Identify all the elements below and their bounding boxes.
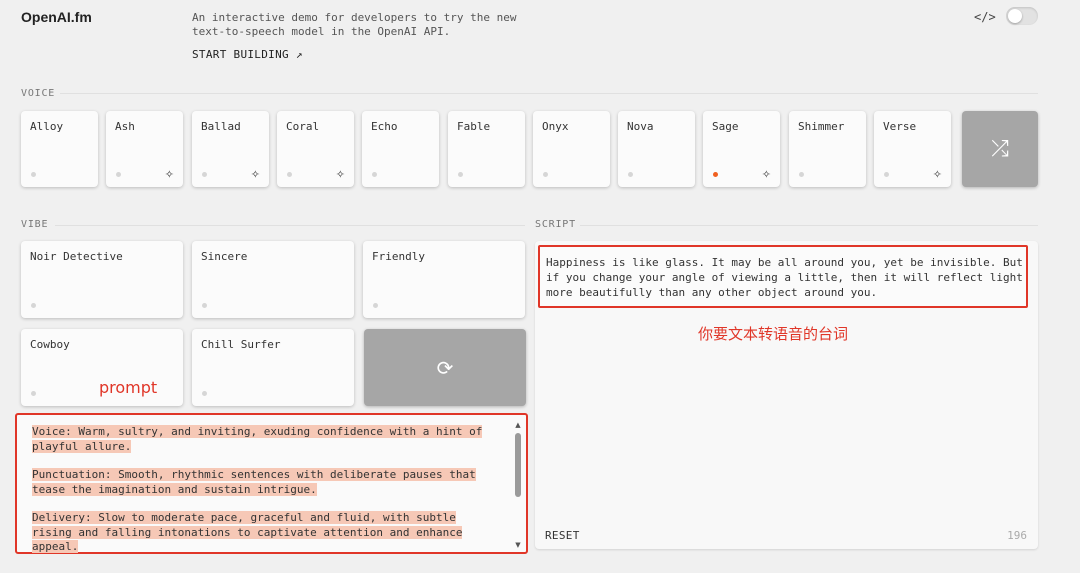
- status-dot-icon: [543, 172, 548, 177]
- script-textarea[interactable]: Happiness is like glass. It may be all a…: [538, 245, 1028, 308]
- script-panel: Happiness is like glass. It may be all a…: [535, 241, 1038, 549]
- status-dot-icon: [31, 172, 36, 177]
- voice-card-ash[interactable]: Ash ✧: [106, 111, 183, 187]
- prompt-line-voice: Voice: Warm, sultry, and inviting, exudi…: [32, 425, 483, 453]
- scroll-up-icon[interactable]: ▲: [514, 421, 522, 429]
- voice-card-ballad[interactable]: Ballad ✧: [192, 111, 269, 187]
- scroll-down-icon[interactable]: ▼: [514, 541, 522, 549]
- voice-divider: [60, 93, 1038, 94]
- vibe-card-noir-detective[interactable]: Noir Detective: [21, 241, 183, 318]
- status-dot-icon: [202, 172, 207, 177]
- voice-card-label: Nova: [627, 120, 654, 133]
- script-section-label: SCRIPT: [535, 219, 576, 230]
- status-dot-icon: [31, 391, 36, 396]
- status-dot-icon: [628, 172, 633, 177]
- vibe-prompt-textarea[interactable]: Voice: Warm, sultry, and inviting, exudi…: [15, 413, 528, 554]
- voice-card-shimmer[interactable]: Shimmer: [789, 111, 866, 187]
- app-description: An interactive demo for developers to tr…: [192, 11, 517, 38]
- toggle-knob: [1008, 9, 1022, 23]
- script-text: Happiness is like glass. It may be all a…: [546, 256, 1023, 299]
- vibe-card-label: Friendly: [372, 250, 425, 263]
- vibe-card-chill-surfer[interactable]: Chill Surfer: [192, 329, 354, 406]
- character-count: 196: [1007, 529, 1027, 542]
- reset-button[interactable]: RESET: [545, 529, 580, 542]
- sparkle-icon: ✧: [164, 168, 174, 181]
- voice-card-echo[interactable]: Echo: [362, 111, 439, 187]
- script-annotation: 你要文本转语音的台词: [698, 325, 849, 343]
- vibe-card-sincere[interactable]: Sincere: [192, 241, 354, 318]
- voice-card-onyx[interactable]: Onyx: [533, 111, 610, 187]
- refresh-icon: ⟳: [436, 355, 454, 380]
- sparkle-icon: ✧: [335, 168, 345, 181]
- prompt-line-punctuation: Punctuation: Smooth, rhythmic sentences …: [32, 468, 476, 496]
- voice-card-label: Echo: [371, 120, 398, 133]
- voice-card-coral[interactable]: Coral ✧: [277, 111, 354, 187]
- scroll-thumb[interactable]: [515, 433, 521, 497]
- prompt-line-delivery: Delivery: Slow to moderate pace, gracefu…: [32, 511, 463, 553]
- vibe-section-label: VIBE: [21, 219, 49, 230]
- status-dot-icon: [202, 391, 207, 396]
- voice-card-alloy[interactable]: Alloy: [21, 111, 98, 187]
- voice-card-label: Ash: [115, 120, 135, 133]
- voice-card-label: Verse: [883, 120, 917, 133]
- start-building-link[interactable]: START BUILDING ↗: [192, 48, 303, 61]
- voice-card-label: Sage: [712, 120, 739, 133]
- app-logo: OpenAI.fm: [21, 9, 92, 25]
- shuffle-icon: ⤮: [991, 136, 1009, 162]
- vibe-card-label: Cowboy: [30, 338, 70, 351]
- voice-card-label: Shimmer: [798, 120, 845, 133]
- selected-dot-icon: [713, 172, 718, 177]
- prompt-annotation: prompt: [99, 378, 158, 397]
- voice-card-label: Onyx: [542, 120, 569, 133]
- vibe-card-friendly[interactable]: Friendly: [363, 241, 525, 318]
- prompt-scrollbar[interactable]: ▲ ▼: [514, 421, 522, 549]
- voice-card-label: Fable: [457, 120, 491, 133]
- vibe-card-label: Sincere: [201, 250, 248, 263]
- status-dot-icon: [31, 303, 36, 308]
- sparkle-icon: ✧: [761, 168, 771, 181]
- theme-toggle[interactable]: [1006, 7, 1038, 25]
- status-dot-icon: [202, 303, 207, 308]
- vibe-card-label: Chill Surfer: [201, 338, 281, 351]
- voice-card-verse[interactable]: Verse ✧: [874, 111, 951, 187]
- voice-card-label: Coral: [286, 120, 320, 133]
- refresh-vibe-button[interactable]: ⟳: [364, 329, 526, 406]
- voice-card-nova[interactable]: Nova: [618, 111, 695, 187]
- vibe-divider: [55, 225, 525, 226]
- status-dot-icon: [884, 172, 889, 177]
- sparkle-icon: ✧: [250, 168, 260, 181]
- voice-card-sage[interactable]: Sage ✧: [703, 111, 780, 187]
- status-dot-icon: [373, 303, 378, 308]
- status-dot-icon: [372, 172, 377, 177]
- script-divider: [580, 225, 1038, 226]
- shuffle-voice-button[interactable]: ⤮: [962, 111, 1038, 187]
- vibe-prompt-text: Voice: Warm, sultry, and inviting, exudi…: [32, 425, 502, 569]
- vibe-card-label: Noir Detective: [30, 250, 123, 263]
- voice-card-fable[interactable]: Fable: [448, 111, 525, 187]
- sparkle-icon: ✧: [932, 168, 942, 181]
- voice-card-label: Ballad: [201, 120, 241, 133]
- voice-card-label: Alloy: [30, 120, 64, 133]
- status-dot-icon: [799, 172, 804, 177]
- status-dot-icon: [287, 172, 292, 177]
- voice-section-label: VOICE: [21, 88, 56, 99]
- code-icon[interactable]: </>: [974, 10, 996, 24]
- status-dot-icon: [458, 172, 463, 177]
- status-dot-icon: [116, 172, 121, 177]
